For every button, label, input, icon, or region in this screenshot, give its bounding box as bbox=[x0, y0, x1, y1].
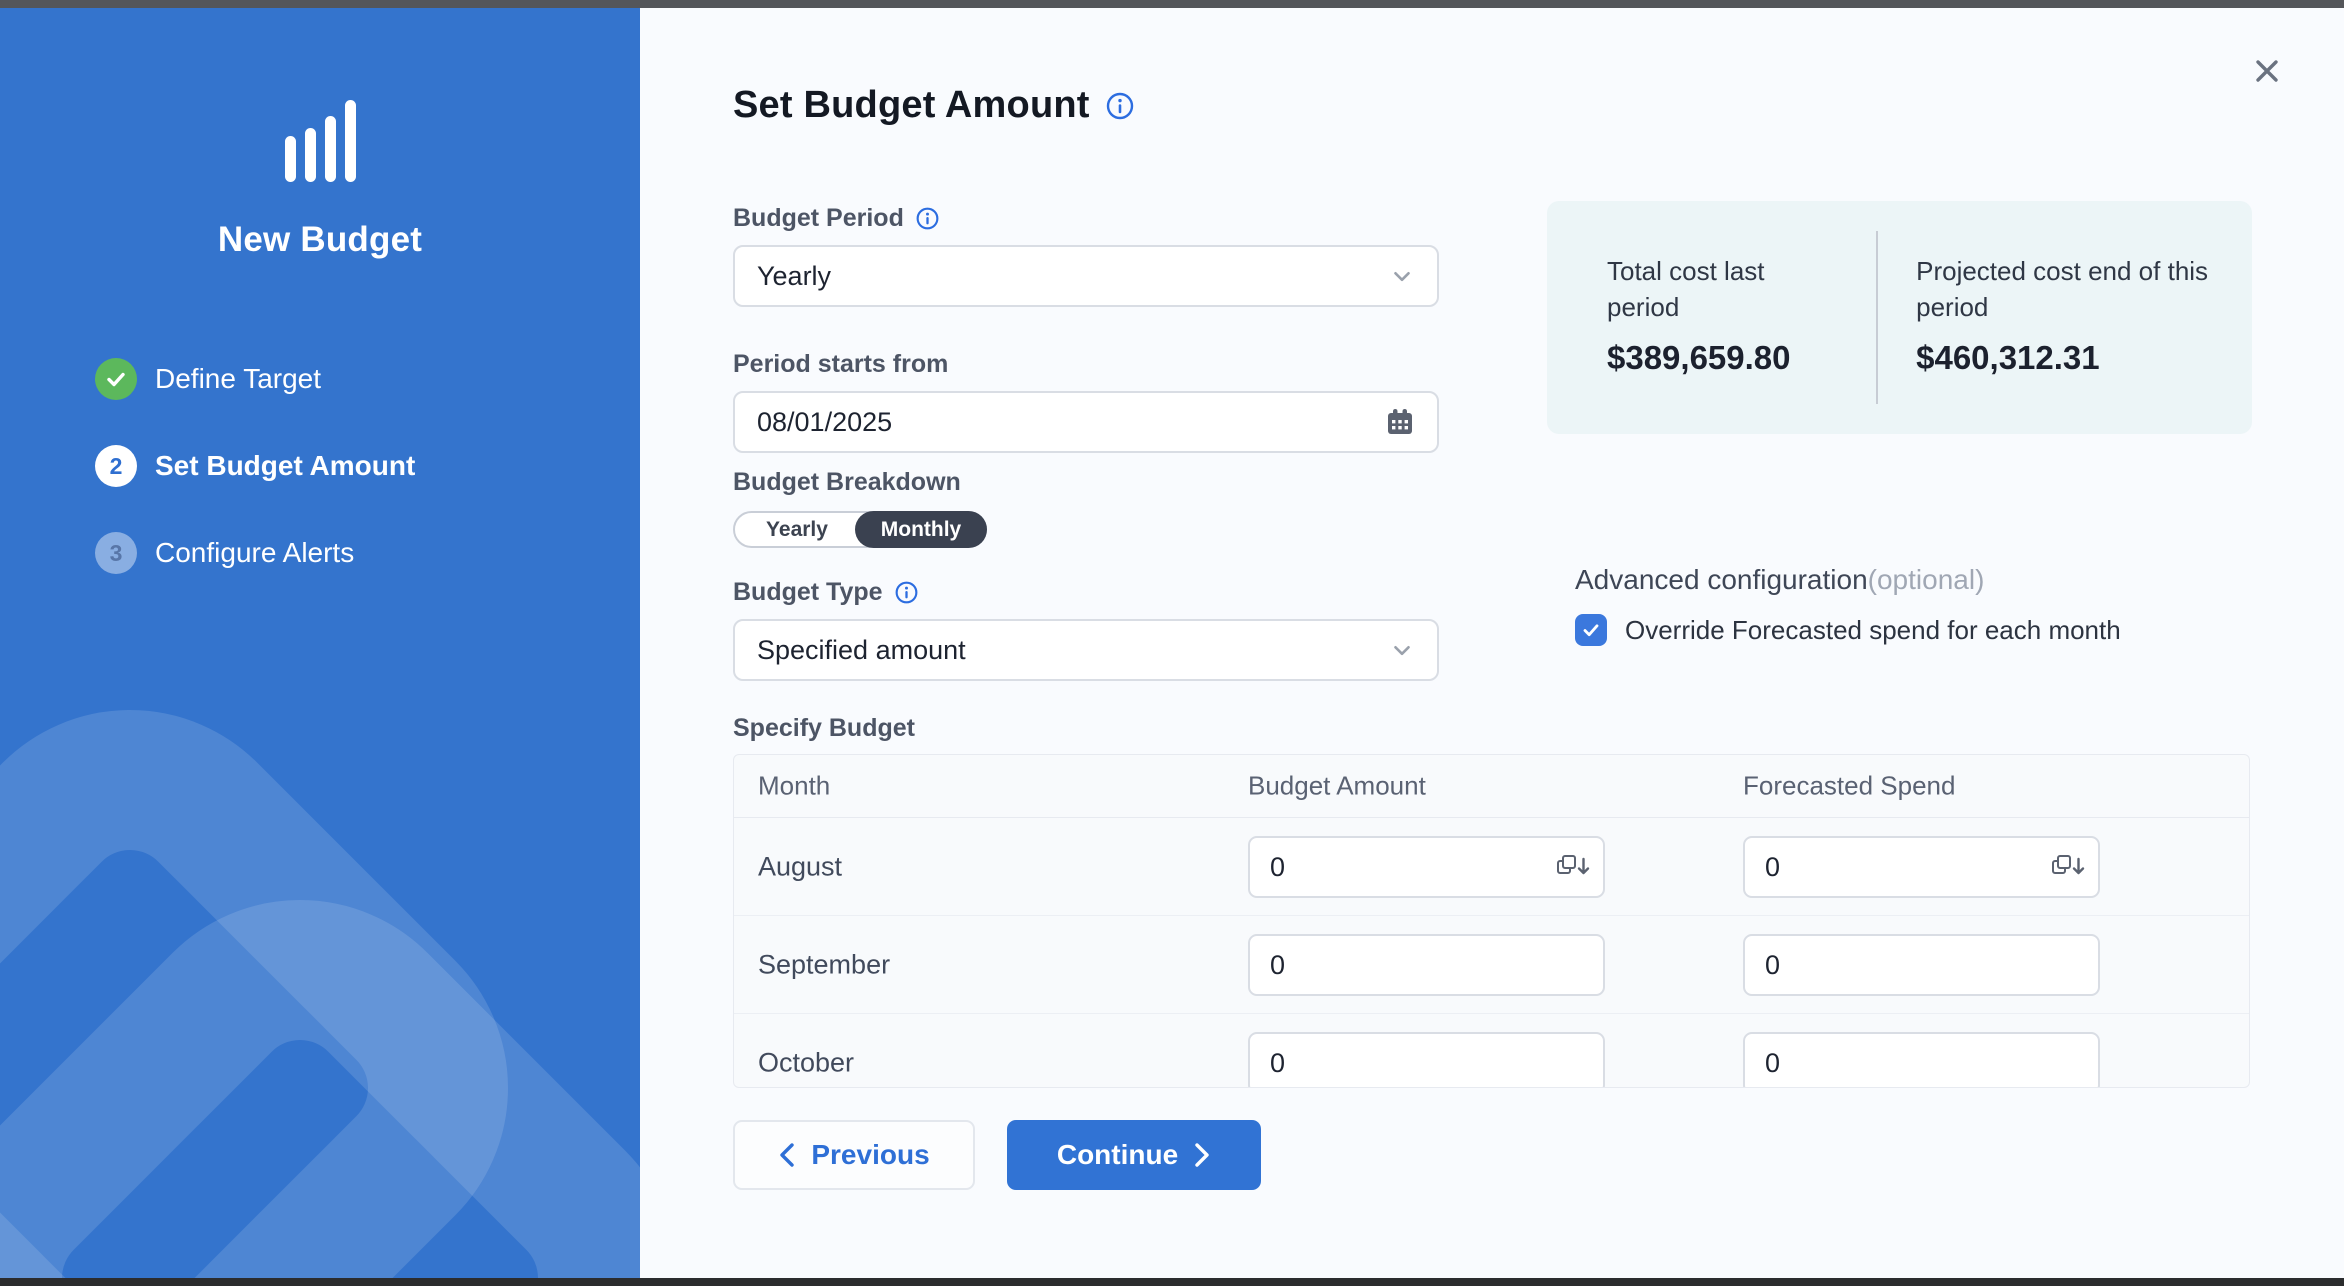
budget-type-label: Budget Type bbox=[733, 578, 883, 607]
override-forecast-label: Override Forecasted spend for each month bbox=[1625, 615, 2121, 646]
table-header: Month Budget Amount Forecasted Spend bbox=[734, 755, 2249, 818]
chevron-down-icon bbox=[1389, 637, 1415, 663]
budget-period-value: Yearly bbox=[757, 261, 1389, 292]
override-forecast-checkbox[interactable] bbox=[1575, 614, 1607, 646]
wizard-sidebar: New Budget Define Target 2 Set Budget Am… bbox=[0, 8, 640, 1278]
period-start-date-field[interactable] bbox=[733, 391, 1439, 453]
budget-breakdown-toggle[interactable]: Yearly Monthly bbox=[733, 511, 987, 548]
wizard-steps: Define Target 2 Set Budget Amount 3 Conf… bbox=[95, 358, 415, 619]
budget-type-value: Specified amount bbox=[757, 635, 1389, 666]
step-number-badge: 2 bbox=[95, 445, 137, 487]
continue-button-label: Continue bbox=[1057, 1139, 1178, 1171]
chevron-down-icon bbox=[1389, 263, 1415, 289]
step-number-badge: 3 bbox=[95, 532, 137, 574]
window-bottom-bar bbox=[0, 1278, 2344, 1286]
specify-budget-label: Specify Budget bbox=[733, 714, 915, 743]
wizard-title: New Budget bbox=[0, 220, 640, 260]
advanced-configuration-heading: Advanced configuration(optional) bbox=[1575, 564, 2121, 596]
optional-hint: (optional) bbox=[1868, 564, 1985, 595]
budget-period-label: Budget Period bbox=[733, 204, 904, 233]
step-label: Configure Alerts bbox=[155, 537, 354, 569]
copy-down-icon[interactable] bbox=[2050, 852, 2086, 882]
calendar-icon[interactable] bbox=[1385, 407, 1415, 437]
column-header-month: Month bbox=[758, 771, 830, 802]
column-header-budget-amount: Budget Amount bbox=[1248, 771, 1426, 802]
column-header-forecasted-spend: Forecasted Spend bbox=[1743, 771, 1955, 802]
table-row-september: September bbox=[734, 916, 2249, 1014]
continue-button[interactable]: Continue bbox=[1007, 1120, 1261, 1190]
step-label: Define Target bbox=[155, 363, 321, 395]
close-icon[interactable] bbox=[2244, 48, 2290, 94]
budget-amount-input-september[interactable] bbox=[1248, 934, 1605, 996]
budget-amount-input-august[interactable] bbox=[1248, 836, 1605, 898]
previous-button-label: Previous bbox=[811, 1139, 929, 1171]
window-top-bar bbox=[0, 0, 2344, 8]
total-cost-label: Total cost last period bbox=[1607, 253, 1817, 325]
month-cell: August bbox=[758, 851, 842, 882]
toggle-option-yearly[interactable]: Yearly bbox=[735, 513, 859, 546]
budget-type-select[interactable]: Specified amount bbox=[733, 619, 1439, 681]
copy-down-icon[interactable] bbox=[1555, 852, 1591, 882]
projected-cost-label: Projected cost end of this period bbox=[1916, 253, 2226, 325]
toggle-option-monthly[interactable]: Monthly bbox=[855, 511, 987, 548]
set-budget-amount-panel: Set Budget Amount Budget Period Yearly P… bbox=[640, 8, 2344, 1278]
forecasted-spend-input-october[interactable] bbox=[1743, 1032, 2100, 1088]
chevron-right-icon bbox=[1194, 1142, 1211, 1168]
previous-button[interactable]: Previous bbox=[733, 1120, 975, 1190]
bar-chart-logo-icon bbox=[0, 98, 640, 182]
budget-period-select[interactable]: Yearly bbox=[733, 245, 1439, 307]
cost-summary-card: Total cost last period $389,659.80 Proje… bbox=[1547, 201, 2252, 434]
step-configure-alerts[interactable]: 3 Configure Alerts bbox=[95, 532, 415, 574]
budget-breakdown-label: Budget Breakdown bbox=[733, 468, 961, 497]
info-icon[interactable] bbox=[895, 581, 918, 604]
table-row-october: October bbox=[734, 1014, 2249, 1088]
forecasted-spend-input-september[interactable] bbox=[1743, 934, 2100, 996]
budget-amount-input-october[interactable] bbox=[1248, 1032, 1605, 1088]
projected-cost-value: $460,312.31 bbox=[1916, 339, 2252, 377]
period-starts-from-label: Period starts from bbox=[733, 350, 948, 379]
info-icon[interactable] bbox=[1106, 92, 1134, 120]
step-complete-check-icon bbox=[95, 358, 137, 400]
month-cell: September bbox=[758, 949, 890, 980]
page-title: Set Budget Amount bbox=[733, 84, 1090, 127]
period-start-date-input[interactable] bbox=[757, 407, 1385, 438]
info-icon[interactable] bbox=[916, 207, 939, 230]
table-row-august: August bbox=[734, 818, 2249, 916]
total-cost-value: $389,659.80 bbox=[1607, 339, 1876, 377]
specify-budget-table: Month Budget Amount Forecasted Spend Aug… bbox=[733, 754, 2250, 1088]
step-define-target[interactable]: Define Target bbox=[95, 358, 415, 400]
chevron-left-icon bbox=[778, 1142, 795, 1168]
month-cell: October bbox=[758, 1047, 854, 1078]
step-set-budget-amount[interactable]: 2 Set Budget Amount bbox=[95, 445, 415, 487]
step-label: Set Budget Amount bbox=[155, 450, 415, 482]
forecasted-spend-input-august[interactable] bbox=[1743, 836, 2100, 898]
